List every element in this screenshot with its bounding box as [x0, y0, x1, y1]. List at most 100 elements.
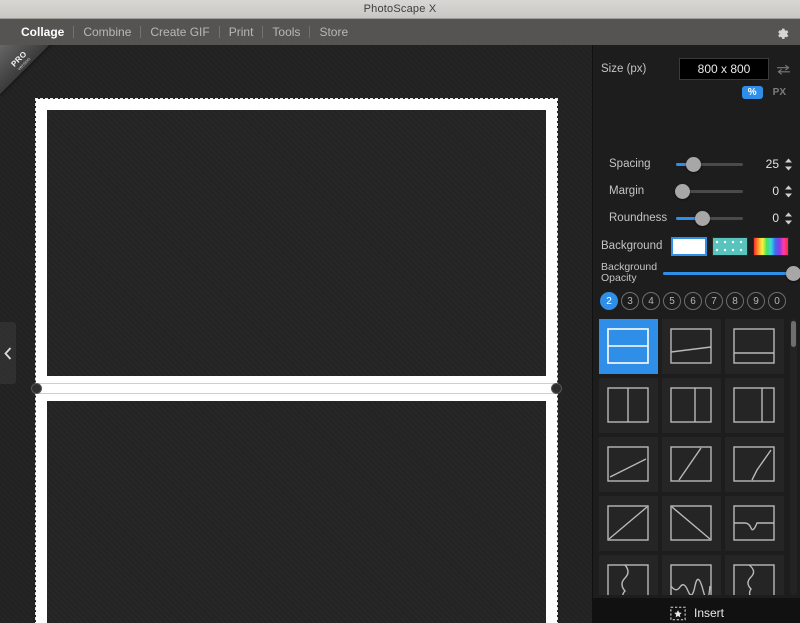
roundness-slider[interactable] [676, 210, 744, 226]
margin-slider[interactable] [674, 183, 744, 199]
settings-gear-button[interactable] [772, 22, 792, 42]
gear-icon [777, 28, 788, 39]
photo-count-0[interactable]: 0 [768, 292, 786, 310]
layout-thumbnail-list[interactable] [599, 319, 789, 595]
menu-item-tools[interactable]: Tools [263, 19, 309, 45]
layout-curvy-vertical[interactable] [599, 555, 658, 595]
layout-diagonal-kinked[interactable] [725, 437, 784, 492]
menu-item-store[interactable]: Store [310, 19, 357, 45]
layout-wavy-horizontal-icon [670, 564, 712, 595]
layout-split-vertical-right-icon [733, 387, 775, 423]
insert-star-icon [670, 606, 686, 620]
layout-scrollbar-thumb[interactable] [791, 321, 796, 347]
insert-button-label: Insert [693, 606, 724, 620]
slider-row-roundness: Roundness 0 [593, 207, 800, 229]
collage-paper[interactable] [31, 98, 562, 623]
size-label: Size (px) [601, 63, 647, 75]
menu-item-collage[interactable]: Collage [12, 19, 73, 45]
layout-split-horizontal-slanted-icon [670, 328, 712, 364]
unit-toggle-group: % PX [741, 86, 792, 99]
layout-split-horizontal-low[interactable] [725, 319, 784, 374]
stepper-arrows-icon [785, 185, 793, 197]
spacing-label: Spacing [609, 158, 651, 170]
stepper-arrows-icon [785, 212, 793, 224]
bg-opacity-label-line2: Opacity [601, 272, 637, 284]
collage-cell-top[interactable] [47, 110, 546, 376]
layout-diagonal-down-icon [670, 505, 712, 541]
layout-wavy-dip-icon [733, 505, 775, 541]
layout-diagonal-shallow[interactable] [599, 437, 658, 492]
opacity-slider-thumb[interactable] [786, 265, 800, 281]
layout-diagonal-steep[interactable] [662, 437, 721, 492]
menu-item-combine[interactable]: Combine [74, 19, 140, 45]
collage-cell-bottom[interactable] [47, 401, 546, 623]
spacing-slider[interactable] [676, 156, 744, 172]
photo-count-2[interactable]: 2 [600, 292, 618, 310]
photo-count-7[interactable]: 7 [705, 292, 723, 310]
margin-value[interactable]: 0 [750, 184, 779, 198]
chevron-left-icon [4, 346, 12, 360]
swap-arrows-icon [777, 64, 790, 75]
unit-button-percent[interactable]: % [741, 86, 763, 99]
background-opacity-label: Background Opacity [593, 262, 663, 284]
background-pattern-swatch[interactable] [712, 236, 748, 256]
layout-split-horizontal-slanted[interactable] [662, 319, 721, 374]
layout-split-vertical-offset[interactable] [662, 378, 721, 433]
photo-count-3[interactable]: 3 [621, 292, 639, 310]
photo-count-4[interactable]: 4 [642, 292, 660, 310]
unit-button-px[interactable]: PX [767, 86, 792, 99]
photo-count-9[interactable]: 9 [747, 292, 765, 310]
pro-version-ribbon[interactable]: PRO version [0, 45, 55, 95]
divider-handle-right[interactable] [551, 383, 562, 394]
photo-count-6[interactable]: 6 [684, 292, 702, 310]
swap-dimensions-button[interactable] [776, 64, 791, 75]
spacing-stepper[interactable] [784, 158, 793, 171]
layout-split-horizontal-even[interactable] [599, 319, 658, 374]
left-panel-collapse-button[interactable] [0, 322, 16, 384]
layout-split-vertical-right[interactable] [725, 378, 784, 433]
divider-line-top [36, 383, 557, 384]
layout-wavy-dip[interactable] [725, 496, 784, 551]
layout-scrollbar[interactable] [790, 319, 797, 595]
layout-diagonal-kinked-icon [733, 446, 775, 482]
roundness-value[interactable]: 0 [750, 211, 779, 225]
canvas-workspace[interactable]: PRO version [0, 45, 592, 623]
menu-item-print[interactable]: Print [220, 19, 263, 45]
main-menu-bar: Collage Combine Create GIF Print Tools Store [0, 19, 800, 45]
right-options-panel: Size (px) 800 x 800 % PX Spacing 25 Margin 0… [592, 45, 800, 623]
background-white-swatch[interactable] [671, 236, 707, 256]
menu-item-create-gif[interactable]: Create GIF [141, 19, 218, 45]
layout-wavy-horizontal[interactable] [662, 555, 721, 595]
photo-count-5[interactable]: 5 [663, 292, 681, 310]
collage-inner-area [31, 110, 562, 623]
background-opacity-slider[interactable] [663, 265, 800, 281]
layout-diagonal-down[interactable] [662, 496, 721, 551]
layout-split-vertical-even-icon [607, 387, 649, 423]
size-row: Size (px) 800 x 800 [593, 57, 800, 81]
layout-split-horizontal-even-icon [607, 328, 649, 364]
layout-curvy-s[interactable] [725, 555, 784, 595]
roundness-slider-thumb[interactable] [694, 210, 710, 226]
divider-handle-left[interactable] [31, 383, 42, 394]
collage-divider[interactable] [31, 376, 562, 401]
menu-item-list: Collage Combine Create GIF Print Tools Store [0, 19, 357, 45]
layout-diagonal-shallow-icon [607, 446, 649, 482]
layout-split-horizontal-low-icon [733, 328, 775, 364]
insert-button[interactable]: Insert [593, 598, 800, 623]
layout-curvy-s-icon [733, 564, 775, 595]
margin-slider-thumb[interactable] [674, 183, 690, 199]
layout-split-vertical-offset-icon [670, 387, 712, 423]
layout-diagonal-up[interactable] [599, 496, 658, 551]
roundness-label: Roundness [609, 212, 668, 224]
stepper-arrows-icon [785, 158, 793, 170]
margin-stepper[interactable] [784, 185, 793, 198]
roundness-stepper[interactable] [784, 212, 793, 225]
layout-curvy-vertical-icon [607, 564, 649, 595]
size-input[interactable]: 800 x 800 [679, 58, 769, 80]
background-gradient-swatch[interactable] [753, 236, 789, 256]
spacing-slider-thumb[interactable] [685, 156, 701, 172]
layout-split-vertical-even[interactable] [599, 378, 658, 433]
divider-line-bottom [36, 393, 557, 394]
spacing-value[interactable]: 25 [750, 157, 779, 171]
photo-count-8[interactable]: 8 [726, 292, 744, 310]
